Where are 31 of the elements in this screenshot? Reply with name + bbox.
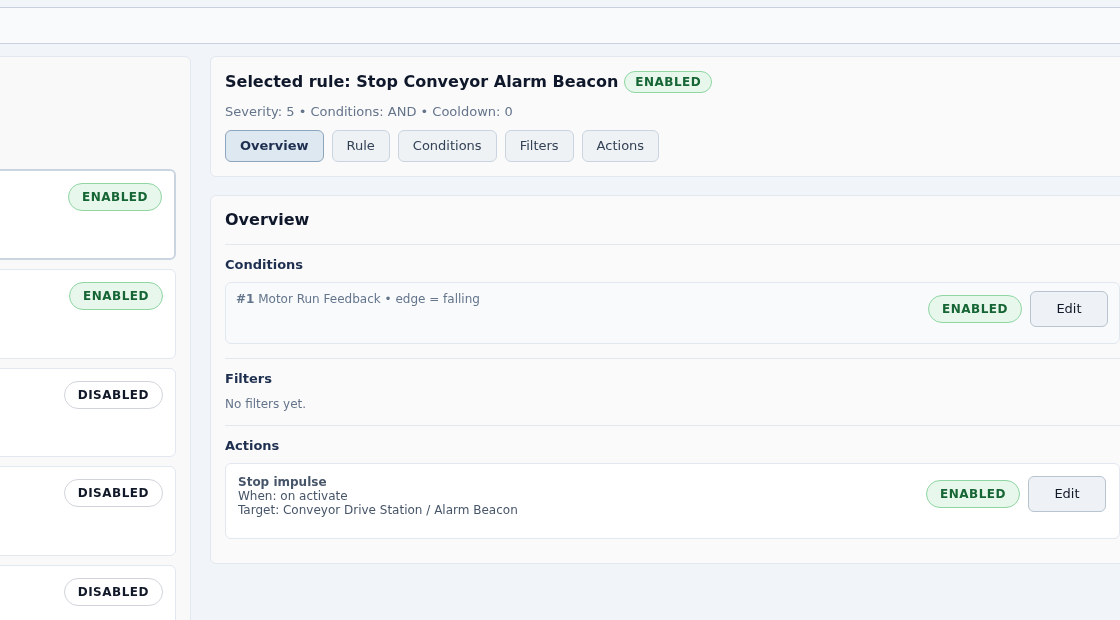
tab[interactable]: Conditions	[397, 129, 497, 162]
tab[interactable]: Rule	[331, 129, 390, 162]
rule-card[interactable]: ENABLED	[0, 268, 176, 359]
status-badge: DISABLED	[63, 578, 163, 607]
action-title: Stop impulse	[238, 475, 328, 489]
rule-card[interactable]: DISABLED	[0, 367, 176, 458]
status-badge: ENABLED	[928, 295, 1022, 323]
tab[interactable]: Overview	[225, 129, 324, 162]
status-badge: ENABLED	[624, 71, 713, 93]
condition-text: #1 Motor Run Feedback • edge = falling	[236, 291, 480, 308]
section-heading: Filters	[225, 370, 273, 388]
rule-summary: Severity: 5 • Conditions: AND • Cooldown: 0	[225, 103, 514, 121]
section-heading: Actions	[225, 436, 281, 455]
rule-card[interactable]: DISABLED	[0, 565, 176, 620]
status-badge: DISABLED	[63, 380, 163, 409]
status-badge: ENABLED	[68, 183, 162, 211]
section-heading: Conditions	[225, 255, 305, 274]
empty-message: No filters yet.	[225, 395, 308, 413]
rule-title: Selected rule: Stop Conveyor Alarm Beacon	[225, 71, 619, 93]
status-badge: ENABLED	[926, 480, 1020, 508]
action-detail: When: on activate	[238, 489, 349, 503]
action-detail: Target: Conveyor Drive Station / Alarm Beacon	[238, 503, 518, 517]
rule-card[interactable]: ENABLED	[0, 169, 176, 260]
edit-button[interactable]: Edit	[1030, 291, 1108, 327]
tab[interactable]: Filters	[504, 129, 574, 162]
status-badge: ENABLED	[69, 281, 163, 310]
edit-button[interactable]: Edit	[1028, 476, 1106, 512]
status-badge: DISABLED	[63, 479, 163, 508]
rule-card[interactable]: DISABLED	[0, 466, 176, 557]
tab[interactable]: Actions	[581, 129, 660, 162]
overview-heading: Overview	[225, 208, 311, 231]
